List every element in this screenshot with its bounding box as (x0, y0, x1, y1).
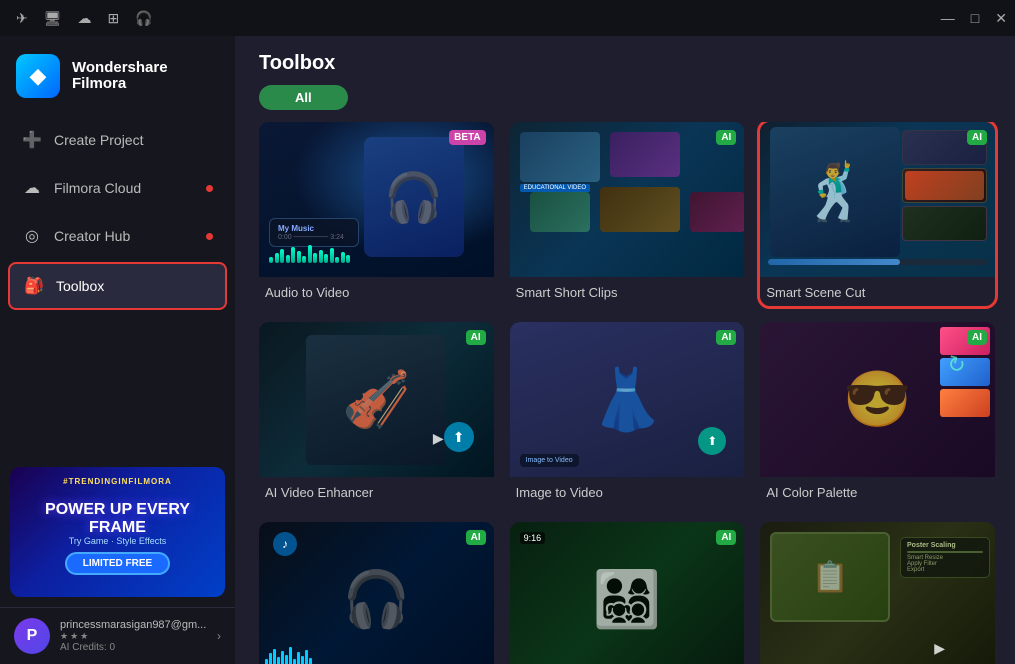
tool-label-smart-scene-cut: Smart Scene Cut (760, 277, 995, 306)
headset-icon[interactable]: 🎧 (135, 10, 152, 27)
sidebar-label-creator-hub: Creator Hub (54, 228, 130, 244)
thumb-row3c: 📋 Poster Scaling Smart Resize Apply Filt… (760, 522, 995, 664)
thumb-ai-color-palette: 😎 ↻ AI (760, 322, 995, 477)
app-body: ◆ Wondershare Filmora ➕ Create Project ☁… (0, 36, 1015, 664)
sidebar-item-toolbox[interactable]: 🎒 Toolbox (8, 262, 227, 310)
sidebar-label-create-project: Create Project (54, 132, 143, 148)
badge-row3a: AI (466, 530, 486, 545)
avatar: P (14, 618, 50, 654)
tools-grid: 🎧 My Music 0:00 ─────── 3:24 (259, 122, 995, 664)
tool-card-row3c[interactable]: 📋 Poster Scaling Smart Resize Apply Filt… (760, 522, 995, 664)
tool-card-row3b[interactable]: 👨‍👩‍👧‍👦 9:16 AI (510, 522, 745, 664)
user-stars: ★ ★ ★ (60, 631, 207, 642)
tool-card-smart-short-clips[interactable]: EDUCATIONAL VIDEO AI Smart Short Clips (510, 122, 745, 306)
promo-banner[interactable]: #TRENDINGINFILMORA POWER UP EVERY FRAME … (10, 467, 225, 597)
thumb-image-to-video: 👗 ⬆ Image to Video AI (510, 322, 745, 477)
titlebar: ✈ 🖥 ☁ ⊞ 🎧 — □ ✕ (0, 0, 1015, 36)
logo-brand: Wondershare (72, 60, 168, 77)
user-credits: AI Credits: 0 (60, 642, 207, 653)
promo-title: POWER UP EVERY FRAME (18, 501, 217, 536)
sidebar-promo: #TRENDINGINFILMORA POWER UP EVERY FRAME … (0, 457, 235, 607)
tool-label-smart-short-clips: Smart Short Clips (510, 277, 745, 306)
thumb-row3a: 🎧 (259, 522, 494, 664)
logo-area: ◆ Wondershare Filmora (0, 36, 235, 118)
creator-hub-dot (206, 233, 213, 240)
main-content: Toolbox All 🎧 (235, 36, 1015, 664)
badge-smart-scene-cut: AI (967, 130, 987, 145)
sidebar-nav: ➕ Create Project ☁ Filmora Cloud ◎ Creat… (0, 118, 235, 310)
badge-ai-color-palette: AI (967, 330, 987, 345)
promo-button[interactable]: LIMITED FREE (65, 552, 170, 575)
content-header: Toolbox (235, 36, 1015, 85)
user-info: princessmarasigan987@gm... ★ ★ ★ AI Cred… (60, 619, 207, 653)
filter-bar: All (235, 85, 1015, 122)
tool-card-ai-color-palette[interactable]: 😎 ↻ AI AI Col (760, 322, 995, 506)
tool-card-audio-to-video[interactable]: 🎧 My Music 0:00 ─────── 3:24 (259, 122, 494, 306)
user-email: princessmarasigan987@gm... (60, 619, 207, 631)
send-icon[interactable]: ✈ (16, 10, 28, 27)
sidebar: ◆ Wondershare Filmora ➕ Create Project ☁… (0, 36, 235, 664)
thumb-smart-scene-cut: 🕺 (760, 122, 995, 277)
sidebar-label-filmora-cloud: Filmora Cloud (54, 180, 141, 196)
promo-tag: #TRENDINGINFILMORA (10, 477, 225, 486)
tools-grid-area: 🎧 My Music 0:00 ─────── 3:24 (235, 122, 1015, 664)
thumb-audio-to-video: 🎧 My Music 0:00 ─────── 3:24 (259, 122, 494, 277)
sidebar-item-create-project[interactable]: ➕ Create Project (8, 118, 227, 162)
thumb-smart-short-clips: EDUCATIONAL VIDEO AI (510, 122, 745, 277)
close-button[interactable]: ✕ (995, 10, 1007, 27)
filmora-cloud-icon: ☁ (22, 178, 42, 198)
thumb-row3b: 👨‍👩‍👧‍👦 9:16 AI (510, 522, 745, 664)
badge-ai-video-enhancer: AI (466, 330, 486, 345)
user-chevron-icon[interactable]: › (217, 629, 221, 643)
badge-audio-to-video: BETA (449, 130, 485, 145)
tool-card-ai-video-enhancer[interactable]: 🎻 ⬆ ▶ AI AI Video Enhancer (259, 322, 494, 506)
tool-label-audio-to-video: Audio to Video (259, 277, 494, 306)
thumb-ai-video-enhancer: 🎻 ⬆ ▶ AI (259, 322, 494, 477)
logo-icon: ◆ (16, 54, 60, 98)
filmora-cloud-dot (206, 185, 213, 192)
maximize-button[interactable]: □ (971, 10, 979, 27)
cloud-upload-icon[interactable]: ☁ (78, 10, 92, 27)
window-controls: — □ ✕ (941, 10, 1007, 27)
badge-smart-short-clips: AI (716, 130, 736, 145)
badge-image-to-video: AI (716, 330, 736, 345)
user-area[interactable]: P princessmarasigan987@gm... ★ ★ ★ AI Cr… (0, 607, 235, 664)
tool-card-smart-scene-cut[interactable]: 🕺 (760, 122, 995, 306)
tool-label-ai-video-enhancer: AI Video Enhancer (259, 477, 494, 506)
logo-product: Filmora (72, 76, 168, 93)
page-title: Toolbox (259, 52, 991, 75)
create-project-icon: ➕ (22, 130, 42, 150)
sidebar-label-toolbox: Toolbox (56, 278, 104, 294)
titlebar-app-icons: ✈ 🖥 ☁ ⊞ 🎧 (16, 10, 153, 27)
promo-sub: Try Game · Style Effects (69, 536, 167, 546)
tool-card-image-to-video[interactable]: 👗 ⬆ Image to Video AI (510, 322, 745, 506)
toolbox-icon: 🎒 (24, 276, 44, 296)
grid-icon[interactable]: ⊞ (108, 10, 120, 27)
tool-card-row3a[interactable]: 🎧 (259, 522, 494, 664)
minimize-button[interactable]: — (941, 10, 955, 27)
sidebar-item-filmora-cloud[interactable]: ☁ Filmora Cloud (8, 166, 227, 210)
filter-all[interactable]: All (259, 85, 348, 110)
sidebar-item-creator-hub[interactable]: ◎ Creator Hub (8, 214, 227, 258)
monitor-icon[interactable]: 🖥 (44, 10, 62, 27)
creator-hub-icon: ◎ (22, 226, 42, 246)
tool-label-image-to-video: Image to Video (510, 477, 745, 506)
badge-row3b: AI (716, 530, 736, 545)
logo-text: Wondershare Filmora (72, 60, 168, 93)
tool-label-ai-color-palette: AI Color Palette (760, 477, 995, 506)
